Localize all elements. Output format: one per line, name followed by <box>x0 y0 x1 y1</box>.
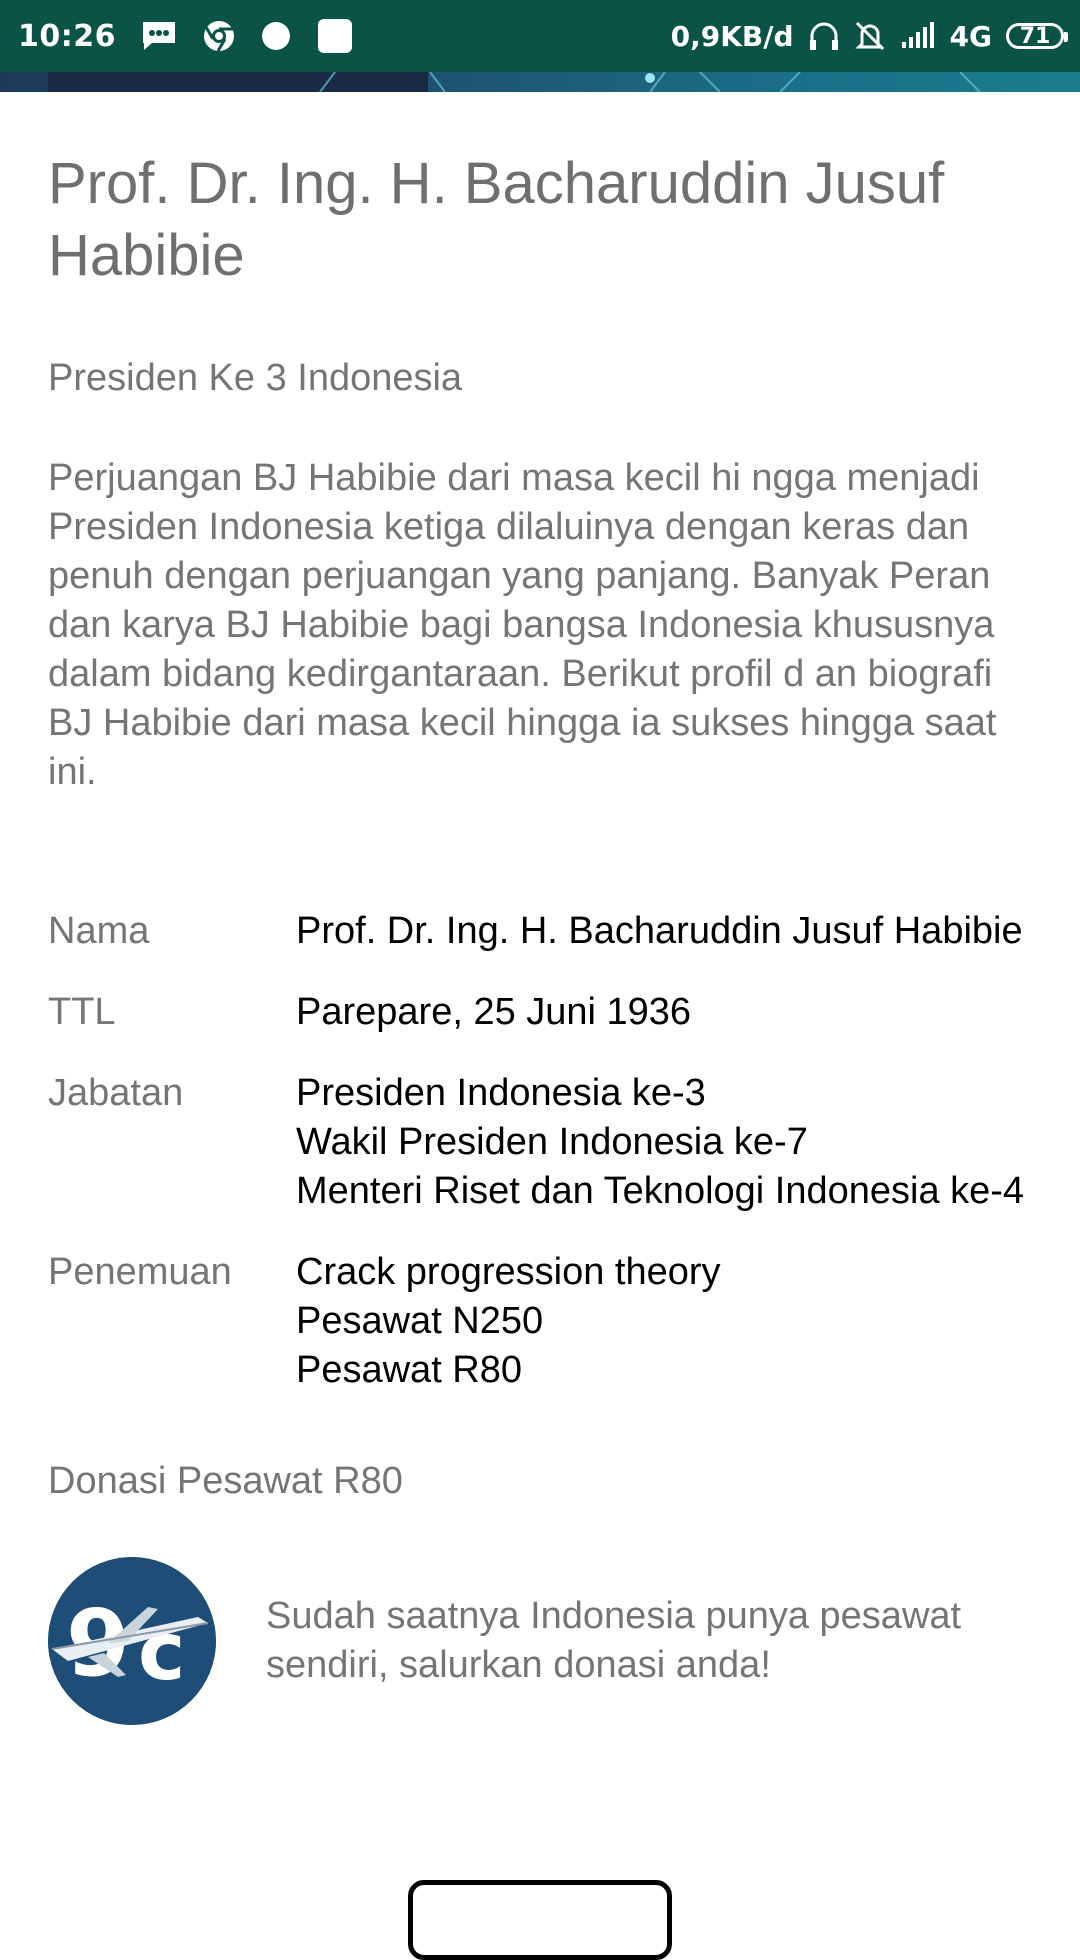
message-icon <box>140 20 178 52</box>
chrome-icon <box>202 19 236 53</box>
r80-logo-icon: 9 c <box>48 1557 216 1725</box>
signal-icon <box>900 22 936 50</box>
info-label: TTL <box>48 991 116 1033</box>
info-value: Prof. Dr. Ing. H. Bacharuddin Jusuf Habi… <box>296 910 1023 952</box>
info-row-jabatan: Jabatan Presiden Indonesia ke-3 Wakil Pr… <box>48 1069 1038 1216</box>
square-notification-icon <box>316 17 354 55</box>
info-label: Nama <box>48 910 150 952</box>
info-value: Parepare, 25 Juni 1936 <box>296 991 692 1033</box>
page-subtitle: Presiden Ke 3 Indonesia <box>48 357 463 399</box>
mute-bell-icon <box>854 20 886 52</box>
battery-icon: 71 <box>1006 23 1068 49</box>
profile-description: Perjuangan BJ Habibie dari masa kecil hi… <box>48 457 997 793</box>
info-table: Nama Prof. Dr. Ing. H. Bacharuddin Jusuf… <box>48 907 1038 1395</box>
status-bar-left: 10:26 <box>18 0 354 72</box>
donation-section-title: Donasi Pesawat R80 <box>48 1460 403 1502</box>
battery-level: 71 <box>1019 23 1051 49</box>
status-bar-right: 0,9KB/d 4G 71 <box>670 0 1068 72</box>
dot-icon <box>260 20 292 52</box>
info-value: Presiden Indonesia ke-3 Wakil Presiden I… <box>296 1072 1025 1212</box>
network-type: 4G <box>949 19 992 53</box>
donate-button[interactable] <box>408 1880 672 1960</box>
info-row-nama: Nama Prof. Dr. Ing. H. Bacharuddin Jusuf… <box>48 907 1038 956</box>
info-value: Crack progression theory Pesawat N250 Pe… <box>296 1251 721 1391</box>
headset-icon <box>808 20 840 52</box>
info-label: Jabatan <box>48 1072 184 1114</box>
status-time: 10:26 <box>18 18 116 54</box>
info-row-penemuan: Penemuan Crack progression theory Pesawa… <box>48 1248 1038 1395</box>
donation-item[interactable]: 9 c Sudah saatnya Indonesia punya pesawa… <box>48 1557 1032 1725</box>
status-bar: 10:26 0,9KB/d 4G 71 <box>0 0 1080 72</box>
info-row-ttl: TTL Parepare, 25 Juni 1936 <box>48 988 1038 1037</box>
info-label: Penemuan <box>48 1251 232 1293</box>
page-title: Prof. Dr. Ing. H. Bacharuddin Jusuf Habi… <box>48 151 945 288</box>
donation-text: Sudah saatnya Indonesia punya pesawat se… <box>266 1595 962 1686</box>
profile-content: Prof. Dr. Ing. H. Bacharuddin Jusuf Habi… <box>48 92 1032 1725</box>
header-image <box>0 72 1080 92</box>
network-speed: 0,9KB/d <box>670 19 794 53</box>
